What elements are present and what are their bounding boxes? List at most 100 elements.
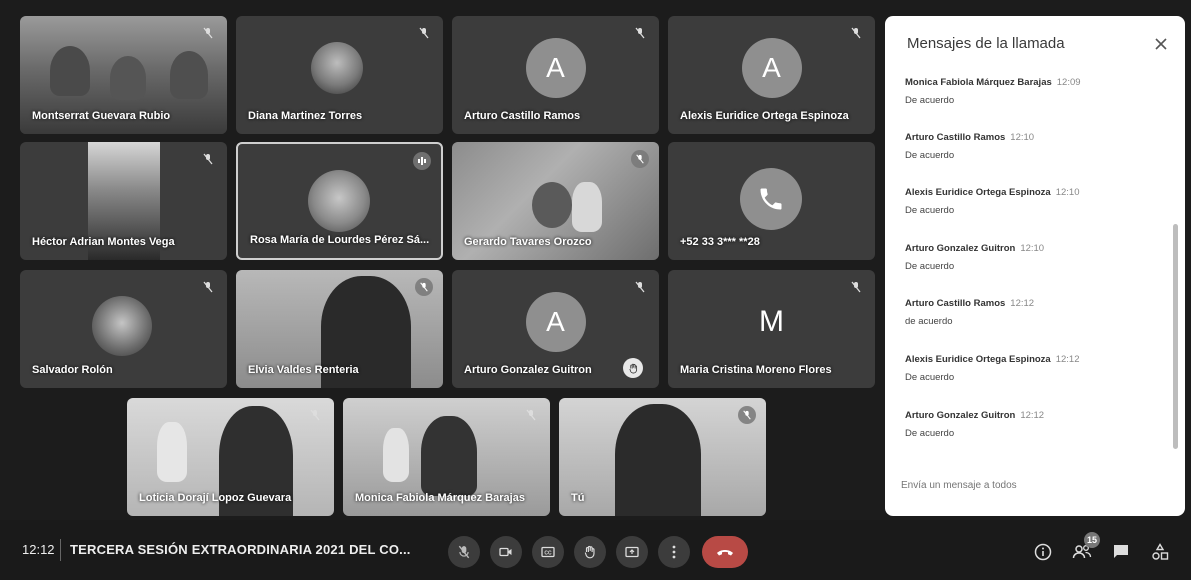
chat-sender: Arturo Gonzalez Guitron — [905, 243, 1016, 254]
participant-tile[interactable]: Monica Fabiola Márquez Barajas — [343, 398, 550, 516]
participant-tile[interactable]: M Maria Cristina Moreno Flores — [668, 270, 875, 388]
participant-tile[interactable]: Elvia Valdes Renteria — [236, 270, 443, 388]
present-icon — [625, 546, 639, 558]
chat-message: Alexis Euridice Ortega Espinoza 12:12 De … — [905, 349, 1080, 383]
speaking-indicator-icon — [413, 152, 431, 170]
chat-time: 12:09 — [1056, 77, 1081, 88]
participant-tile[interactable]: A Arturo Castillo Ramos — [452, 16, 659, 134]
captions-button[interactable]: CC — [532, 536, 564, 568]
chat-text: de acuerdo — [905, 316, 953, 327]
chat-text: De acuerdo — [905, 261, 955, 272]
people-count-badge: 15 — [1084, 532, 1100, 548]
chat-panel: Mensajes de la llamada Monica Fabiola Má… — [885, 16, 1185, 516]
participant-name: Gerardo Tavares Orozco — [464, 236, 592, 248]
participant-name: Arturo Castillo Ramos — [464, 110, 581, 122]
mic-off-icon — [847, 278, 865, 296]
raise-hand-button[interactable] — [574, 536, 606, 568]
end-call-button[interactable] — [702, 536, 748, 568]
chat-message: Arturo Castillo Ramos 12:10 De acuerdo — [905, 127, 1034, 161]
chat-text: De acuerdo — [905, 372, 955, 383]
participant-video — [559, 398, 766, 516]
participant-avatar: M — [759, 304, 784, 338]
chat-sender: Alexis Euridice Ortega Espinoza — [905, 354, 1051, 365]
meeting-stage: Montserrat Guevara Rubio Diana Martinez … — [0, 0, 1191, 580]
more-vert-icon — [672, 545, 676, 559]
chat-message: Arturo Castillo Ramos 12:12 de acuerdo — [905, 293, 1034, 327]
camera-toggle-button[interactable] — [490, 536, 522, 568]
mic-off-icon — [847, 24, 865, 42]
participant-avatar-photo — [92, 296, 152, 356]
mic-off-icon — [199, 24, 217, 42]
meeting-info-button[interactable] — [1031, 540, 1055, 564]
chat-text: De acuerdo — [905, 205, 955, 216]
participant-avatar-photo — [308, 170, 370, 232]
mic-off-icon — [415, 24, 433, 42]
meeting-clock: 12:12 — [22, 542, 55, 557]
divider — [60, 539, 61, 561]
activities-button[interactable] — [1148, 540, 1172, 564]
participant-tile[interactable]: Montserrat Guevara Rubio — [20, 16, 227, 134]
captions-icon: CC — [541, 546, 555, 558]
participant-tile[interactable]: A Alexis Euridice Ortega Espinoza — [668, 16, 875, 134]
activities-icon — [1152, 543, 1169, 560]
participant-name: Elvia Valdes Renteria — [248, 364, 359, 376]
chat-sender: Arturo Castillo Ramos — [905, 132, 1006, 143]
mic-off-icon — [199, 150, 217, 168]
chat-time: 12:12 — [1010, 298, 1035, 309]
chat-sender: Alexis Euridice Ortega Espinoza — [905, 187, 1051, 198]
participant-name: Héctor Adrian Montes Vega — [32, 236, 175, 248]
camera-icon — [499, 547, 512, 557]
mic-off-icon — [631, 278, 649, 296]
chat-text: De acuerdo — [905, 95, 955, 106]
chat-message: Monica Fabiola Márquez Barajas 12:09 De a… — [905, 72, 1081, 106]
mic-off-icon — [631, 24, 649, 42]
participant-tile[interactable]: Héctor Adrian Montes Vega — [20, 142, 227, 260]
participant-name: Alexis Euridice Ortega Espinoza — [680, 110, 849, 122]
chat-time: 12:10 — [1055, 187, 1080, 198]
mic-toggle-button[interactable] — [448, 536, 480, 568]
close-icon[interactable] — [1151, 34, 1171, 54]
participant-tile-speaking[interactable]: Rosa María de Lourdes Pérez Sá... — [236, 142, 443, 260]
chat-time: 12:10 — [1020, 243, 1045, 254]
participant-name: Loticia Dorají Lopoz Guevara — [139, 492, 292, 504]
participant-name: Rosa María de Lourdes Pérez Sá... — [250, 234, 430, 246]
participant-avatar: A — [525, 291, 586, 352]
chat-text: De acuerdo — [905, 150, 955, 161]
participant-tile[interactable]: Loticia Dorají Lopoz Guevara — [127, 398, 334, 516]
mic-off-icon — [631, 150, 649, 168]
chat-message: Arturo Gonzalez Guitron 12:12 De acuerdo — [905, 405, 1044, 439]
participant-name: Monica Fabiola Márquez Barajas — [355, 492, 525, 504]
chat-time: 12:10 — [1010, 132, 1035, 143]
mic-off-icon — [415, 278, 433, 296]
participant-name: Salvador Rolón — [32, 364, 113, 376]
chat-sender: Monica Fabiola Márquez Barajas — [905, 77, 1052, 88]
mic-off-icon — [458, 545, 470, 559]
chat-panel-title: Mensajes de la llamada — [907, 35, 1065, 52]
participant-tile-self[interactable]: Tú — [559, 398, 766, 516]
raised-hand-icon — [623, 358, 643, 378]
end-call-icon — [717, 550, 733, 556]
chat-button[interactable] — [1109, 540, 1133, 564]
participant-name: Tú — [571, 492, 585, 504]
mic-off-icon — [306, 406, 324, 424]
chat-message: Alexis Euridice Ortega Espinoza 12:10 De … — [905, 182, 1080, 216]
chat-sender: Arturo Gonzalez Guitron — [905, 410, 1016, 421]
present-screen-button[interactable] — [616, 536, 648, 568]
chat-time: 12:12 — [1020, 410, 1045, 421]
chat-sender: Arturo Castillo Ramos — [905, 298, 1006, 309]
participant-tile[interactable]: Salvador Rolón — [20, 270, 227, 388]
chat-scrollbar[interactable] — [1173, 224, 1178, 449]
chat-text: De acuerdo — [905, 428, 955, 439]
people-button[interactable]: 15 — [1070, 532, 1100, 564]
chat-message: Arturo Gonzalez Guitron 12:10 De acuerdo — [905, 238, 1044, 272]
svg-text:CC: CC — [544, 551, 552, 557]
more-options-button[interactable] — [658, 536, 690, 568]
participant-tile[interactable]: Diana Martinez Torres — [236, 16, 443, 134]
meeting-toolbar: 12:12 TERCERA SESIÓN EXTRAORDINARIA 2021… — [0, 520, 1191, 580]
participant-tile[interactable]: A Arturo Gonzalez Guitron — [452, 270, 659, 388]
raise-hand-icon — [584, 545, 595, 559]
chat-message-input[interactable] — [901, 474, 1156, 496]
mic-off-icon — [522, 406, 540, 424]
participant-tile[interactable]: +52 33 3*** **28 — [668, 142, 875, 260]
participant-tile[interactable]: Gerardo Tavares Orozco — [452, 142, 659, 260]
